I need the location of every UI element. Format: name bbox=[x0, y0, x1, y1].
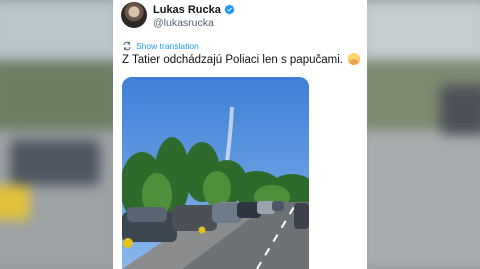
author-name[interactable]: Lukas Rucka bbox=[153, 4, 221, 16]
tweet-text: Z Tatier odchádzajú Poliaci len s papuča… bbox=[122, 54, 343, 66]
background-blur-left bbox=[0, 0, 120, 269]
show-translation-link[interactable]: Show translation bbox=[122, 40, 199, 52]
shushing-face-emoji-icon bbox=[348, 53, 361, 65]
author-name-row: Lukas Rucka bbox=[153, 3, 235, 16]
avatar[interactable] bbox=[121, 2, 147, 28]
verified-badge-icon bbox=[224, 4, 235, 15]
tweet-body: Z Tatier odchádzajú Poliaci len s papuča… bbox=[122, 53, 361, 66]
tweet-card[interactable]: Lukas Rucka @lukasrucka Show translation… bbox=[113, 0, 367, 269]
translate-icon bbox=[123, 41, 131, 51]
author-handle[interactable]: @lukasrucka bbox=[153, 17, 214, 29]
tweet-header: Lukas Rucka @lukasrucka bbox=[121, 2, 361, 30]
background-blur-right bbox=[360, 0, 480, 269]
video-thumbnail bbox=[122, 77, 309, 269]
show-translation-label[interactable]: Show translation bbox=[136, 41, 199, 51]
tweet-media-video[interactable] bbox=[122, 77, 309, 269]
